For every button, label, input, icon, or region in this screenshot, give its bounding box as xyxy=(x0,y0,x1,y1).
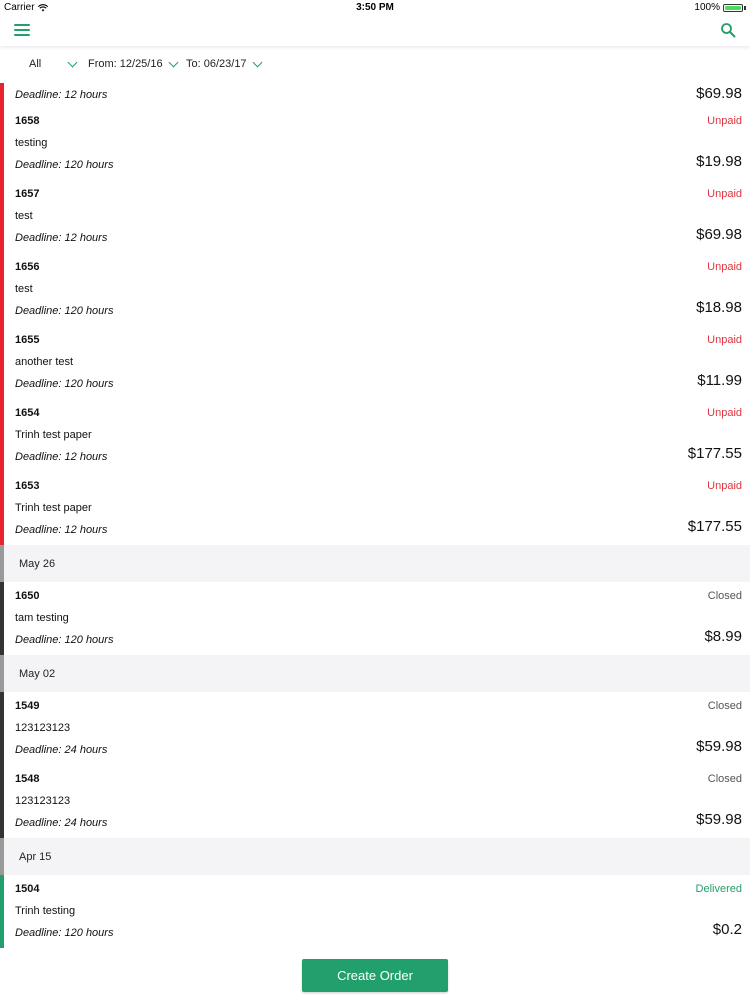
order-status: Unpaid xyxy=(707,115,742,127)
type-filter-label: All xyxy=(29,58,42,70)
nav-bar xyxy=(0,16,750,46)
order-number: 1653 xyxy=(15,480,40,492)
order-description: Trinh testing xyxy=(15,905,76,917)
order-deadline: Deadline: 12 hours xyxy=(15,89,108,101)
order-status: Unpaid xyxy=(707,480,742,492)
order-row[interactable]: 1658 Unpaid testing Deadline: 120 hours … xyxy=(0,107,750,180)
order-price: $69.98 xyxy=(696,85,742,102)
date-section-header: May 02 xyxy=(0,655,750,692)
date-section-header: May 26 xyxy=(0,545,750,582)
order-price: $18.98 xyxy=(696,299,742,316)
filter-bar: All From: 12/25/16 To: 06/23/17 xyxy=(0,50,750,80)
order-row[interactable]: 1549 Closed 123123123 Deadline: 24 hours… xyxy=(0,692,750,765)
order-description: 123123123 xyxy=(15,795,71,807)
to-date-filter[interactable]: To: 06/23/17 xyxy=(186,57,263,70)
order-description: tam testing xyxy=(15,612,69,624)
order-status: Unpaid xyxy=(707,407,742,419)
order-description: testing xyxy=(15,137,48,149)
order-deadline: Deadline: 12 hours xyxy=(15,232,108,244)
order-number: 1656 xyxy=(15,261,40,273)
order-row[interactable]: 1650 Closed tam testing Deadline: 120 ho… xyxy=(0,582,750,655)
order-number: 1650 xyxy=(15,590,40,602)
order-deadline: Deadline: 24 hours xyxy=(15,744,108,756)
battery-tip xyxy=(744,5,746,10)
type-filter-dropdown[interactable]: All xyxy=(29,57,78,70)
order-row[interactable]: 1655 Unpaid another test Deadline: 120 h… xyxy=(0,326,750,399)
order-row[interactable]: Deadline: 12 hours $69.98 xyxy=(0,83,750,107)
order-status: Closed xyxy=(707,590,742,602)
order-row[interactable]: 1504 Delivered Trinh testing Deadline: 1… xyxy=(0,875,750,948)
order-price: $59.98 xyxy=(696,738,742,755)
order-description: test xyxy=(15,283,33,295)
order-row[interactable]: 1548 Closed 123123123 Deadline: 24 hours… xyxy=(0,765,750,838)
order-number: 1655 xyxy=(15,334,40,346)
order-price: $0.2 xyxy=(712,921,742,938)
order-number: 1654 xyxy=(15,407,40,419)
order-deadline: Deadline: 120 hours xyxy=(15,378,114,390)
order-deadline: Deadline: 120 hours xyxy=(15,634,114,646)
order-number: 1504 xyxy=(15,883,40,895)
chevron-down-icon xyxy=(168,57,179,68)
to-date-label: To: 06/23/17 xyxy=(186,58,247,70)
order-deadline: Deadline: 120 hours xyxy=(15,927,114,939)
order-price: $59.98 xyxy=(696,811,742,828)
order-row[interactable]: 1653 Unpaid Trinh test paper Deadline: 1… xyxy=(0,472,750,545)
order-description: Trinh test paper xyxy=(15,429,92,441)
order-status: Unpaid xyxy=(707,261,742,273)
order-row[interactable]: 1657 Unpaid test Deadline: 12 hours $69.… xyxy=(0,180,750,253)
section-date-label: Apr 15 xyxy=(19,851,52,863)
order-deadline: Deadline: 12 hours xyxy=(15,451,108,463)
battery-icon xyxy=(723,3,743,12)
chevron-down-icon xyxy=(252,57,263,68)
order-deadline: Deadline: 120 hours xyxy=(15,159,114,171)
order-status: Closed xyxy=(707,773,742,785)
order-status: Unpaid xyxy=(707,188,742,200)
battery-percent: 100% xyxy=(694,2,720,13)
order-number: 1548 xyxy=(15,773,40,785)
section-date-label: May 02 xyxy=(19,668,56,680)
from-date-filter[interactable]: From: 12/25/16 xyxy=(88,57,179,70)
order-description: 123123123 xyxy=(15,722,71,734)
chevron-down-icon xyxy=(67,57,78,68)
order-status: Closed xyxy=(707,700,742,712)
status-bar: Carrier 3:50 PM 100% xyxy=(0,0,750,16)
order-number: 1658 xyxy=(15,115,40,127)
create-order-button[interactable]: Create Order xyxy=(302,959,448,992)
order-row[interactable]: 1656 Unpaid test Deadline: 120 hours $18… xyxy=(0,253,750,326)
order-price: $19.98 xyxy=(696,153,742,170)
order-description: Trinh test paper xyxy=(15,502,92,514)
order-number: 1657 xyxy=(15,188,40,200)
order-status: Delivered xyxy=(695,883,742,895)
order-deadline: Deadline: 24 hours xyxy=(15,817,108,829)
order-price: $69.98 xyxy=(696,226,742,243)
search-icon[interactable] xyxy=(720,22,736,38)
status-right: 100% xyxy=(694,2,746,13)
section-date-label: May 26 xyxy=(19,558,56,570)
order-price: $11.99 xyxy=(697,372,742,389)
date-section-header: Apr 15 xyxy=(0,838,750,875)
order-description: another test xyxy=(15,356,74,368)
from-date-label: From: 12/25/16 xyxy=(88,58,163,70)
hamburger-menu-icon[interactable] xyxy=(14,24,30,38)
order-row[interactable]: 1654 Unpaid Trinh test paper Deadline: 1… xyxy=(0,399,750,472)
order-price: $177.55 xyxy=(687,518,742,535)
order-number: 1549 xyxy=(15,700,40,712)
order-deadline: Deadline: 12 hours xyxy=(15,524,108,536)
order-price: $177.55 xyxy=(687,445,742,462)
orders-list: Deadline: 12 hours $69.98 1658 Unpaid te… xyxy=(0,83,750,948)
order-status: Unpaid xyxy=(707,334,742,346)
order-price: $8.99 xyxy=(704,628,742,645)
status-time: 3:50 PM xyxy=(356,2,394,13)
order-description: test xyxy=(15,210,33,222)
order-deadline: Deadline: 120 hours xyxy=(15,305,114,317)
